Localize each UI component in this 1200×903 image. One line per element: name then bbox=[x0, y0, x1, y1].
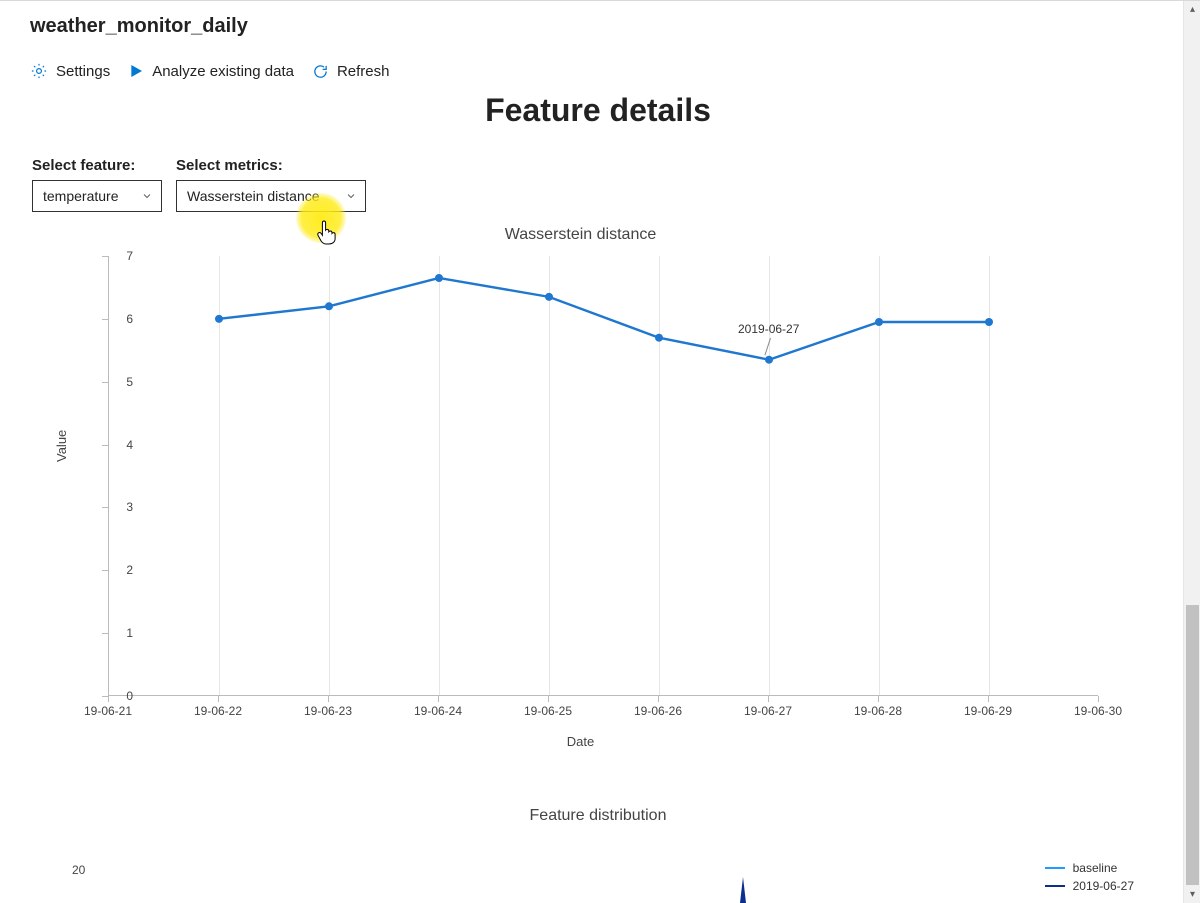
controls-row: Select feature: temperature Select metri… bbox=[28, 157, 1168, 212]
vertical-scrollbar[interactable]: ▴ ▾ bbox=[1183, 1, 1200, 903]
x-tick: 19-06-27 bbox=[744, 704, 792, 718]
legend-item-baseline: baseline bbox=[1045, 861, 1134, 875]
legend-label: baseline bbox=[1073, 861, 1118, 875]
x-tick: 19-06-24 bbox=[414, 704, 462, 718]
y-axis-label: Value bbox=[54, 430, 69, 462]
section-title: Feature details bbox=[28, 92, 1168, 129]
x-tick: 19-06-30 bbox=[1074, 704, 1122, 718]
metrics-select[interactable]: Wasserstein distance bbox=[176, 180, 366, 212]
refresh-label: Refresh bbox=[337, 63, 390, 80]
metrics-select-value: Wasserstein distance bbox=[187, 188, 320, 204]
wasserstein-chart: Wasserstein distance Value Date 01234567… bbox=[28, 226, 1133, 766]
feature-distribution-section: Feature distribution 20 baseline 2019-06… bbox=[28, 807, 1168, 825]
feature-select-value: temperature bbox=[43, 188, 118, 204]
page-title: weather_monitor_daily bbox=[28, 1, 1168, 46]
legend-swatch bbox=[1045, 867, 1065, 869]
x-tick: 19-06-25 bbox=[524, 704, 572, 718]
dist-spike-icon bbox=[728, 873, 758, 903]
settings-button[interactable]: Settings bbox=[30, 62, 110, 80]
x-tick: 19-06-22 bbox=[194, 704, 242, 718]
legend-item-date: 2019-06-27 bbox=[1045, 879, 1134, 893]
refresh-icon bbox=[312, 63, 329, 80]
chart-title: Wasserstein distance bbox=[28, 226, 1133, 244]
x-tick: 19-06-26 bbox=[634, 704, 682, 718]
scroll-thumb[interactable] bbox=[1186, 605, 1199, 885]
x-tick: 19-06-23 bbox=[304, 704, 352, 718]
x-axis-label: Date bbox=[28, 734, 1133, 749]
feature-distribution-title: Feature distribution bbox=[28, 807, 1168, 825]
refresh-button[interactable]: Refresh bbox=[312, 63, 390, 80]
toolbar: Settings Analyze existing data Refresh bbox=[28, 46, 1168, 90]
settings-label: Settings bbox=[56, 63, 110, 80]
feature-select-label: Select feature: bbox=[32, 157, 162, 174]
chart-annotation: 2019-06-27 bbox=[738, 322, 799, 336]
dist-legend: baseline 2019-06-27 bbox=[1045, 861, 1134, 897]
dist-ytick: 20 bbox=[72, 863, 85, 877]
x-tick: 19-06-28 bbox=[854, 704, 902, 718]
x-tick: 19-06-21 bbox=[84, 704, 132, 718]
plot-area bbox=[108, 256, 1098, 696]
scroll-down-button[interactable]: ▾ bbox=[1184, 886, 1200, 903]
x-tick: 19-06-29 bbox=[964, 704, 1012, 718]
scroll-up-button[interactable]: ▴ bbox=[1184, 1, 1200, 18]
legend-swatch bbox=[1045, 885, 1065, 887]
feature-select[interactable]: temperature bbox=[32, 180, 162, 212]
chevron-down-icon bbox=[345, 190, 357, 202]
play-icon bbox=[128, 63, 144, 79]
legend-label: 2019-06-27 bbox=[1073, 879, 1134, 893]
analyze-button[interactable]: Analyze existing data bbox=[128, 63, 294, 80]
gear-icon bbox=[30, 62, 48, 80]
metrics-select-label: Select metrics: bbox=[176, 157, 366, 174]
analyze-label: Analyze existing data bbox=[152, 63, 294, 80]
chevron-down-icon bbox=[141, 190, 153, 202]
